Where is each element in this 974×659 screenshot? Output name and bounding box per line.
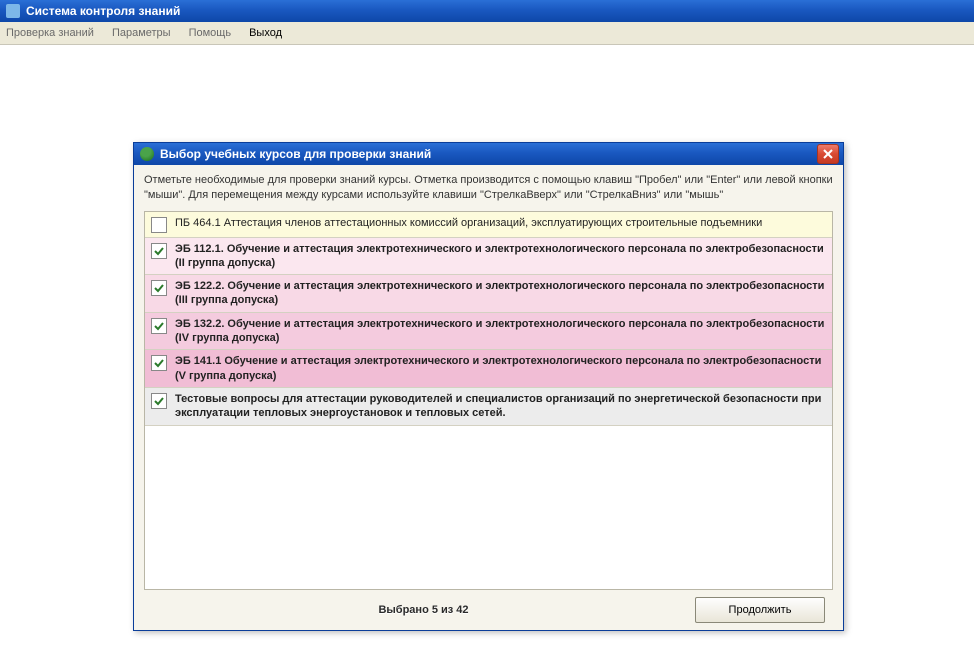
menubar: Проверка знаний Параметры Помощь Выход [0,22,974,45]
course-row[interactable]: ПБ 464.1 Аттестация членов аттестационны… [145,212,832,238]
menu-parameters[interactable]: Параметры [112,27,171,39]
main-window-titlebar: Система контроля знаний [0,0,974,22]
menu-check-knowledge[interactable]: Проверка знаний [6,27,94,39]
course-row[interactable]: ЭБ 132.2. Обучение и аттестация электрот… [145,313,832,351]
course-checkbox[interactable] [151,217,167,233]
course-checkbox[interactable] [151,243,167,259]
course-label: ЭБ 141.1 Обучение и аттестация электроте… [175,354,826,383]
course-checkbox[interactable] [151,318,167,334]
close-icon [823,149,833,159]
course-label: Тестовые вопросы для аттестации руководи… [175,392,826,421]
dialog-instructions: Отметьте необходимые для проверки знаний… [134,165,843,211]
check-icon [154,358,164,368]
menu-help[interactable]: Помощь [189,27,232,39]
course-selection-dialog: Выбор учебных курсов для проверки знаний… [133,142,844,631]
check-icon [154,396,164,406]
app-icon [6,4,20,18]
course-label: ЭБ 132.2. Обучение и аттестация электрот… [175,317,826,346]
dialog-icon [140,147,154,161]
dialog-footer: Выбрано 5 из 42 Продолжить [134,590,843,630]
course-row[interactable]: ЭБ 112.1. Обучение и аттестация электрот… [145,238,832,276]
course-list: ПБ 464.1 Аттестация членов аттестационны… [144,211,833,591]
course-label: ЭБ 112.1. Обучение и аттестация электрот… [175,242,826,271]
course-checkbox[interactable] [151,393,167,409]
course-checkbox[interactable] [151,280,167,296]
main-window-title: Система контроля знаний [26,4,180,18]
course-row[interactable]: ЭБ 122.2. Обучение и аттестация электрот… [145,275,832,313]
course-row[interactable]: ЭБ 141.1 Обучение и аттестация электроте… [145,350,832,388]
check-icon [154,246,164,256]
continue-button[interactable]: Продолжить [695,597,825,623]
course-label: ЭБ 122.2. Обучение и аттестация электрот… [175,279,826,308]
continue-button-label: Продолжить [729,604,792,616]
dialog-titlebar: Выбор учебных курсов для проверки знаний [134,143,843,165]
menu-exit[interactable]: Выход [249,27,282,39]
close-button[interactable] [817,144,839,164]
check-icon [154,321,164,331]
course-row[interactable]: Тестовые вопросы для аттестации руководи… [145,388,832,426]
workspace: Выбор учебных курсов для проверки знаний… [0,45,974,659]
selection-count: Выбрано 5 из 42 [152,604,695,616]
dialog-title: Выбор учебных курсов для проверки знаний [160,147,431,161]
check-icon [154,283,164,293]
course-label: ПБ 464.1 Аттестация членов аттестационны… [175,216,762,230]
course-checkbox[interactable] [151,355,167,371]
